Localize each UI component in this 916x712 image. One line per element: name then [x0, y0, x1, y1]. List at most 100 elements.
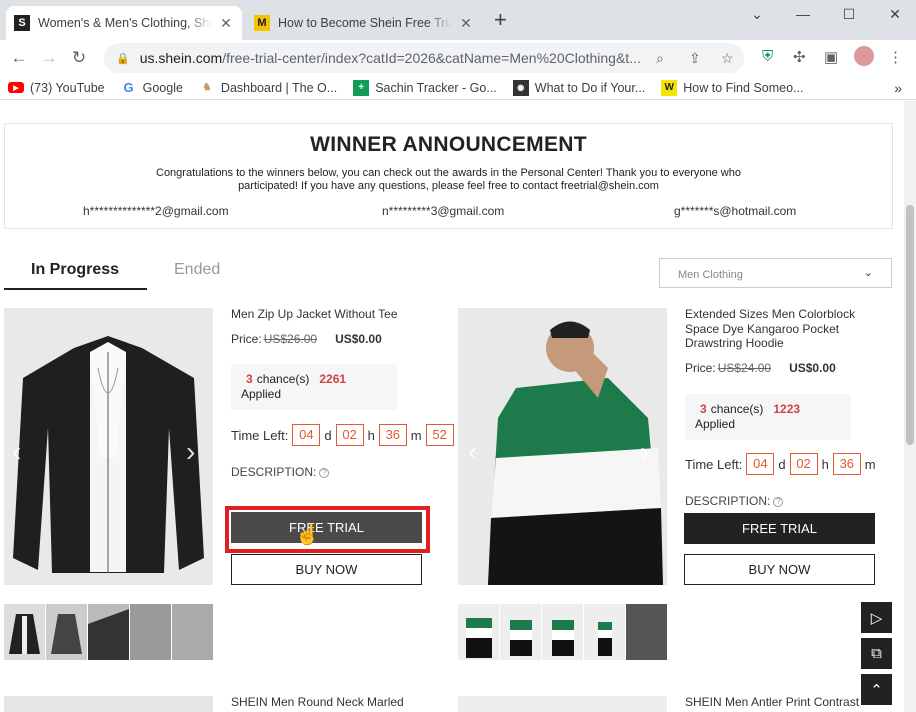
- bookmark-youtube[interactable]: ▶ (73) YouTube: [8, 81, 105, 95]
- winner-email: h**************2@gmail.com: [83, 204, 229, 218]
- address-bar[interactable]: 🔒 us.shein.com/free-trial-center/index?c…: [104, 43, 744, 73]
- share-icon[interactable]: ⇪: [689, 50, 701, 67]
- play-icon[interactable]: ▷: [861, 602, 892, 633]
- thumbnail[interactable]: [500, 604, 541, 660]
- new-tab-button[interactable]: +: [494, 8, 507, 32]
- page-icon: ◉: [512, 79, 529, 96]
- product-name[interactable]: SHEIN Men Round Neck Marled: [231, 695, 404, 710]
- product-image-next[interactable]: [4, 696, 213, 712]
- browser-toolbar: ← → ↻ 🔒 us.shein.com/free-trial-center/i…: [0, 40, 916, 76]
- product-price: Price: US$26.00 US$0.00: [231, 332, 382, 346]
- help-icon[interactable]: ?: [773, 496, 784, 507]
- close-icon[interactable]: ✕: [218, 15, 234, 32]
- buy-now-button[interactable]: BUY NOW: [231, 554, 422, 585]
- w-icon: W: [661, 79, 678, 96]
- lock-icon: 🔒: [116, 52, 130, 65]
- time-left: Time Left: 04 d 02 h 36 m 52: [231, 424, 458, 446]
- thumbnail[interactable]: [626, 604, 667, 660]
- price-label: Price:: [231, 332, 262, 346]
- free-trial-button[interactable]: FREE TRIAL: [684, 513, 875, 544]
- star-icon[interactable]: ☆: [721, 50, 734, 67]
- chances-box: 3 chance(s) 2261 Applied: [231, 364, 397, 410]
- product-price: Price: US$24.00 US$0.00: [685, 361, 836, 375]
- bookmarks-more[interactable]: »: [894, 80, 902, 96]
- product-image-hoodie[interactable]: ‹ ›: [458, 308, 667, 585]
- description-toggle[interactable]: DESCRIPTION:?: [685, 494, 784, 508]
- time-left: Time Left: 04 d 02 h 36 m: [685, 453, 876, 475]
- applied-count: 1223: [773, 402, 801, 416]
- avatar[interactable]: [854, 46, 874, 66]
- thumbnail[interactable]: [458, 604, 499, 660]
- search-icon[interactable]: ⌕: [656, 50, 664, 67]
- m-favicon-icon: M: [254, 15, 270, 31]
- thumbnail[interactable]: [584, 604, 625, 660]
- scrollbar[interactable]: [904, 101, 916, 712]
- bookmark-how-to-find[interactable]: W How to Find Someo...: [661, 79, 804, 96]
- product-image-next[interactable]: [458, 696, 667, 712]
- tab-how-to[interactable]: M How to Become Shein Free Trial t ✕: [246, 6, 482, 40]
- description-label: DESCRIPTION:: [685, 494, 771, 508]
- back-icon[interactable]: ←: [4, 43, 34, 73]
- product-image-jacket[interactable]: ‹ ›: [4, 308, 213, 585]
- product-name[interactable]: Extended Sizes Men Colorblock Space Dye …: [685, 307, 875, 351]
- bookmark-label: What to Do if Your...: [534, 80, 646, 95]
- sheets-icon: +: [353, 79, 370, 96]
- chances-box: 3 chance(s) 1223 Applied: [685, 394, 851, 440]
- thumbnail[interactable]: [542, 604, 583, 660]
- product-name[interactable]: Men Zip Up Jacket Without Tee: [231, 307, 431, 322]
- next-arrow-icon[interactable]: ›: [640, 436, 649, 468]
- chevron-down-icon[interactable]: ⌄: [734, 0, 780, 28]
- winner-email: n*********3@gmail.com: [382, 204, 505, 218]
- scrollbar-thumb[interactable]: [906, 205, 914, 445]
- thumbnail[interactable]: [172, 604, 213, 660]
- category-value: Men Clothing: [678, 269, 743, 281]
- bookmark-label: Dashboard | The O...: [220, 80, 338, 95]
- tab-title: How to Become Shein Free Trial t: [278, 16, 452, 30]
- price-label: Price:: [685, 361, 716, 375]
- unit-label: m: [410, 427, 422, 443]
- bookmark-google[interactable]: G Google: [121, 80, 183, 96]
- puzzle-icon[interactable]: ✣: [793, 48, 806, 66]
- description-toggle[interactable]: DESCRIPTION:?: [231, 465, 330, 479]
- thumbnail[interactable]: [4, 604, 45, 660]
- minutes-box: 36: [832, 453, 861, 475]
- shield-extension-icon[interactable]: ⛨: [762, 48, 773, 65]
- close-window-icon[interactable]: ✕: [872, 0, 916, 28]
- chances-count: 3: [246, 372, 253, 386]
- minimize-icon[interactable]: —: [780, 0, 826, 28]
- bookmark-label: How to Find Someo...: [683, 80, 804, 95]
- scroll-top-icon[interactable]: ⌃: [861, 674, 892, 705]
- chances-label: chance(s): [710, 402, 764, 416]
- close-icon[interactable]: ✕: [458, 15, 474, 32]
- sidepanel-icon[interactable]: ▣: [824, 48, 838, 66]
- thumbnail[interactable]: [46, 604, 87, 660]
- highlight-box: [225, 506, 430, 553]
- page-content: WINNER ANNOUNCEMENT Congratulations to t…: [0, 101, 904, 712]
- tab-ended[interactable]: Ended: [174, 261, 220, 279]
- bookmarks-bar: ▶ (73) YouTube G Google ♞ Dashboard | The O…: [0, 76, 916, 100]
- bookmark-sachin[interactable]: + Sachin Tracker - Go...: [353, 79, 497, 96]
- buy-now-button[interactable]: BUY NOW: [684, 554, 875, 585]
- reload-icon[interactable]: ↻: [64, 43, 94, 73]
- copy-icon[interactable]: ⧉: [861, 638, 892, 669]
- bookmark-what-to-do[interactable]: ◉ What to Do if Your...: [512, 79, 646, 96]
- next-arrow-icon[interactable]: ›: [186, 436, 195, 468]
- hours-box: 02: [789, 453, 818, 475]
- category-select[interactable]: Men Clothing ⌄: [659, 258, 892, 288]
- thumbnail[interactable]: [88, 604, 129, 660]
- help-icon[interactable]: ?: [319, 467, 330, 478]
- tab-in-progress[interactable]: In Progress: [4, 261, 147, 290]
- new-price: US$0.00: [789, 361, 836, 375]
- old-price: US$24.00: [717, 361, 772, 375]
- tab-shein[interactable]: S Women's & Men's Clothing, Shop ✕: [6, 6, 242, 40]
- prev-arrow-icon[interactable]: ‹: [12, 436, 21, 468]
- chevron-down-icon: ⌄: [863, 267, 873, 279]
- description-label: DESCRIPTION:: [231, 465, 317, 479]
- maximize-icon[interactable]: ☐: [826, 0, 872, 28]
- product-name[interactable]: SHEIN Men Antler Print Contrast: [685, 695, 859, 710]
- forward-icon[interactable]: →: [34, 43, 64, 73]
- menu-icon[interactable]: ⋮: [888, 48, 903, 66]
- thumbnail[interactable]: [130, 604, 171, 660]
- prev-arrow-icon[interactable]: ‹: [468, 436, 477, 468]
- bookmark-dashboard[interactable]: ♞ Dashboard | The O...: [199, 80, 337, 96]
